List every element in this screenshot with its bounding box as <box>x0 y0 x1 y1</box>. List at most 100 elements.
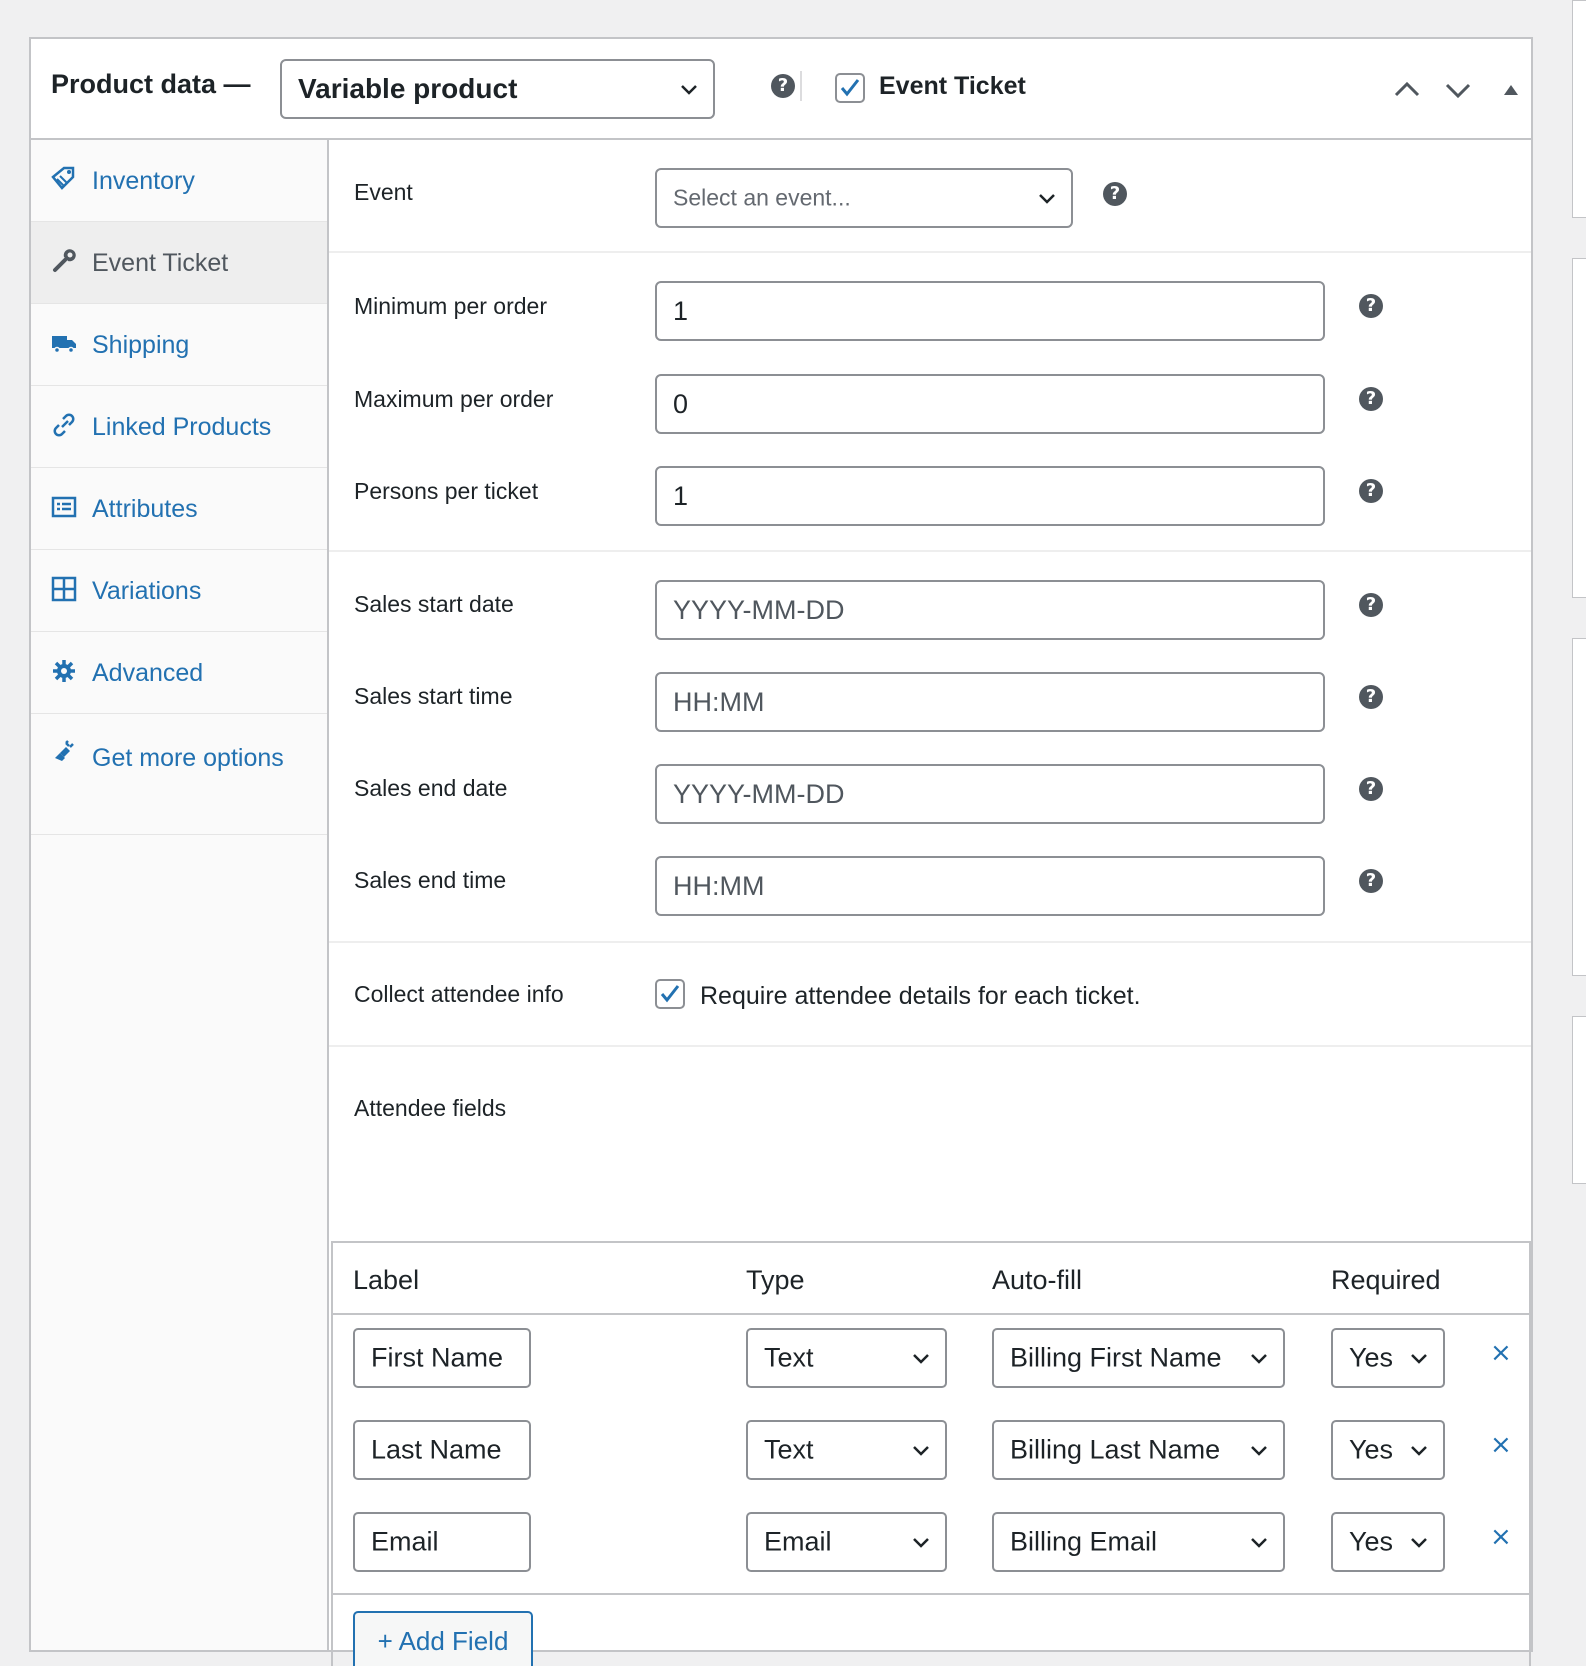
panel-header: Product data — Variable product ? Event … <box>31 39 1531 140</box>
column-header: Type <box>746 1265 805 1295</box>
gear-icon <box>53 660 75 682</box>
tab-label: Advanced <box>92 659 204 687</box>
column-header: Required <box>1331 1265 1441 1295</box>
tab-label: Variations <box>92 577 202 605</box>
event-label: Event <box>354 179 413 205</box>
chevron-down-icon <box>913 1446 929 1456</box>
collect-attendee-section: Collect attendee info Require attendee d… <box>329 943 1531 1047</box>
divider <box>800 71 802 101</box>
help-icon[interactable]: ? <box>1359 593 1383 617</box>
tab-label: Event Ticket <box>92 249 229 277</box>
adjacent-panel-edge <box>1572 258 1586 598</box>
sales-end-date-label: Sales end date <box>354 775 508 801</box>
field-autofill-select[interactable]: Billing First Name <box>992 1328 1285 1388</box>
field-required-select[interactable]: Yes <box>1331 1512 1445 1572</box>
event-select-placeholder: Select an event... <box>673 184 851 211</box>
event-ticket-panel: Event Select an event... ? Minimum per o… <box>329 140 1531 1666</box>
checkmark-icon <box>840 79 860 97</box>
move-up-icon[interactable] <box>1391 74 1423 106</box>
chevron-down-icon <box>913 1538 929 1548</box>
field-autofill-select[interactable]: Billing Last Name <box>992 1420 1285 1480</box>
sales-start-date-label: Sales start date <box>354 591 514 617</box>
tab-linked-products[interactable]: Linked Products <box>31 386 327 468</box>
chevron-down-icon <box>1251 1354 1267 1364</box>
chevron-down-icon <box>1251 1538 1267 1548</box>
field-type-select[interactable]: Email <box>746 1512 947 1572</box>
chevron-down-icon <box>1039 194 1055 204</box>
field-required-select[interactable]: Yes <box>1331 1420 1445 1480</box>
field-type-select[interactable]: Text <box>746 1420 947 1480</box>
collect-attendee-label: Collect attendee info <box>354 981 564 1007</box>
link-icon <box>53 413 75 437</box>
product-data-tabs: Inventory Event Ticket Shipping Linked P… <box>31 140 329 1650</box>
field-label-input[interactable]: Email <box>353 1512 531 1572</box>
sales-start-time-input[interactable]: HH:MM <box>655 672 1325 732</box>
tab-label: Inventory <box>92 167 195 195</box>
sales-end-time-input[interactable]: HH:MM <box>655 856 1325 916</box>
help-icon[interactable]: ? <box>1359 869 1383 893</box>
collapse-toggle-icon[interactable] <box>1495 74 1527 106</box>
remove-field-icon[interactable]: × <box>1490 1430 1512 1460</box>
max-per-order-input[interactable]: 0 <box>655 374 1325 434</box>
event-ticket-label: Event Ticket <box>879 72 1026 100</box>
help-icon[interactable]: ? <box>1359 294 1383 318</box>
product-type-value: Variable product <box>298 73 518 104</box>
field-label-input[interactable]: Last Name <box>353 1420 531 1480</box>
max-per-order-label: Maximum per order <box>354 386 554 412</box>
table-header: Label Type Auto-fill Required <box>333 1243 1529 1315</box>
tab-shipping[interactable]: Shipping <box>31 304 327 386</box>
tag-icon <box>51 166 75 190</box>
adjacent-panel-edge <box>1572 638 1586 976</box>
help-icon[interactable]: ? <box>1359 479 1383 503</box>
attendee-fields-table: Label Type Auto-fill Required First Name… <box>331 1241 1531 1666</box>
sales-end-time-label: Sales end time <box>354 867 507 893</box>
field-autofill-select[interactable]: Billing Email <box>992 1512 1285 1572</box>
tab-event-ticket[interactable]: Event Ticket <box>31 222 327 304</box>
quantity-section: Minimum per order 1 ? Maximum per order … <box>329 253 1531 552</box>
help-icon[interactable]: ? <box>1359 777 1383 801</box>
tab-attributes[interactable]: Attributes <box>31 468 327 550</box>
list-icon <box>51 496 77 518</box>
tab-label: Shipping <box>92 331 190 359</box>
min-per-order-label: Minimum per order <box>354 293 547 319</box>
collect-attendee-checkbox[interactable] <box>655 979 685 1009</box>
table-row: Email Email Billing Email Yes × <box>333 1512 1529 1604</box>
product-data-panel: Product data — Variable product ? Event … <box>29 37 1533 1666</box>
chevron-down-icon <box>1251 1446 1267 1456</box>
event-section: Event Select an event... ? <box>329 140 1531 253</box>
adjacent-panel-edge <box>1572 1016 1586 1184</box>
sales-start-date-input[interactable]: YYYY-MM-DD <box>655 580 1325 640</box>
help-icon[interactable]: ? <box>1359 387 1383 411</box>
tab-label: Linked Products <box>92 413 272 441</box>
field-type-select[interactable]: Text <box>746 1328 947 1388</box>
event-select[interactable]: Select an event... <box>655 168 1073 228</box>
move-down-icon[interactable] <box>1442 74 1474 106</box>
sales-end-date-input[interactable]: YYYY-MM-DD <box>655 764 1325 824</box>
event-ticket-checkbox[interactable] <box>835 73 865 103</box>
field-required-select[interactable]: Yes <box>1331 1328 1445 1388</box>
field-label-input[interactable]: First Name <box>353 1328 531 1388</box>
persons-per-ticket-input[interactable]: 1 <box>655 466 1325 526</box>
remove-field-icon[interactable]: × <box>1490 1522 1512 1552</box>
product-type-select[interactable]: Variable product <box>280 59 715 119</box>
sales-start-time-label: Sales start time <box>354 683 513 709</box>
checkmark-icon <box>660 985 680 1003</box>
help-icon[interactable]: ? <box>771 74 795 98</box>
tab-label: Attributes <box>92 495 198 523</box>
tab-advanced[interactable]: Advanced <box>31 632 327 714</box>
sales-window-section: Sales start date YYYY-MM-DD ? Sales star… <box>329 552 1531 943</box>
help-icon[interactable]: ? <box>1359 685 1383 709</box>
attendee-fields-label: Attendee fields <box>354 1095 507 1121</box>
tab-inventory[interactable]: Inventory <box>31 140 327 222</box>
min-per-order-input[interactable]: 1 <box>655 281 1325 341</box>
remove-field-icon[interactable]: × <box>1490 1338 1512 1368</box>
tab-get-more-options[interactable]: Get more options <box>31 714 327 835</box>
tab-variations[interactable]: Variations <box>31 550 327 632</box>
column-header: Label <box>353 1265 420 1295</box>
table-row: First Name Text Billing First Name Yes × <box>333 1328 1529 1420</box>
add-field-button[interactable]: + Add Field <box>353 1611 533 1666</box>
chevron-down-icon <box>1411 1538 1427 1548</box>
adjacent-panel-edge <box>1572 0 1586 218</box>
help-icon[interactable]: ? <box>1103 182 1127 206</box>
table-footer: + Add Field <box>333 1593 1529 1666</box>
